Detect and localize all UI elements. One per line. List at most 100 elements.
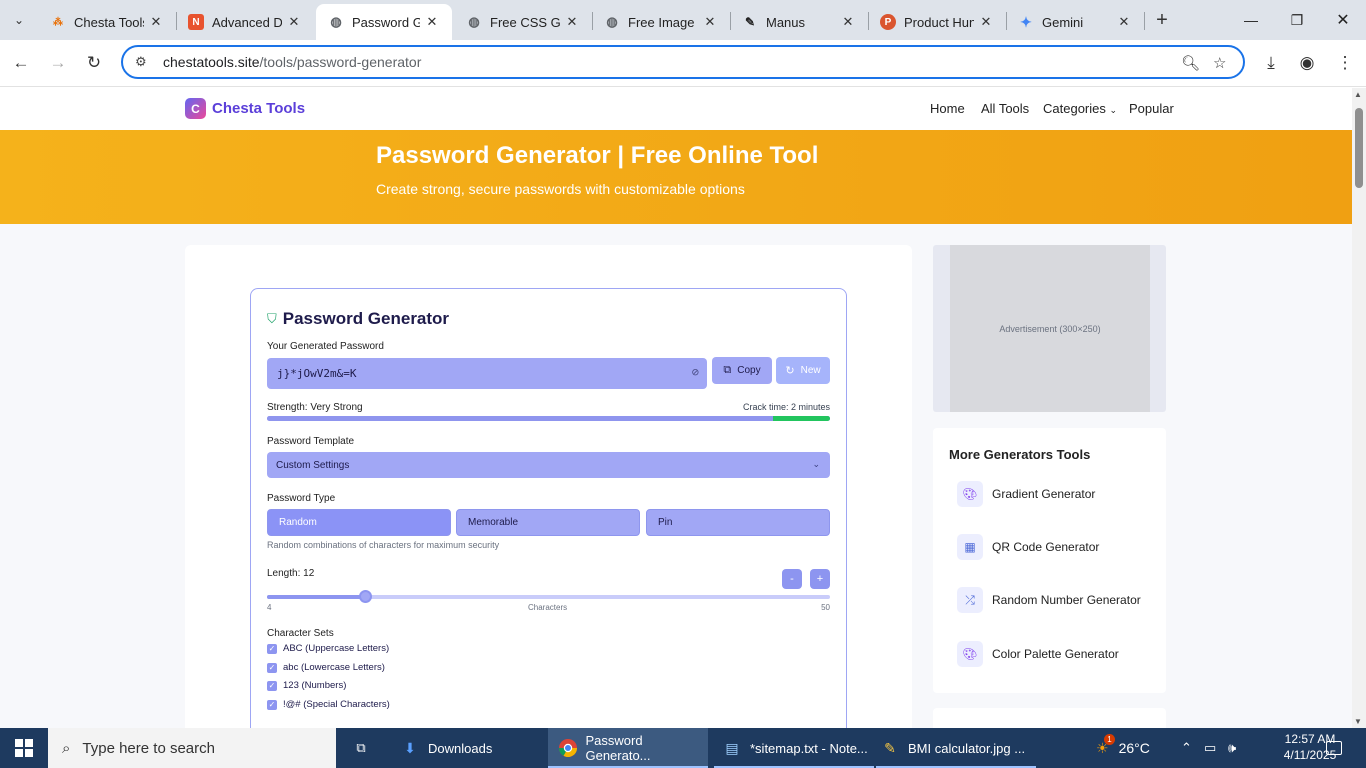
windows-start-icon[interactable] xyxy=(0,728,48,768)
search-placeholder: Type here to search xyxy=(82,739,215,757)
checkbox-check-icon: ✓ xyxy=(267,662,277,673)
charset-special-checkbox[interactable]: ✓ !@# (Special Characters) xyxy=(267,699,390,710)
nav-categories[interactable]: Categories ⌄ xyxy=(1043,101,1117,116)
tab-search-icon[interactable]: ⌄ xyxy=(6,8,32,32)
forward-icon[interactable]: → xyxy=(46,51,70,75)
qr-icon: ▦ xyxy=(957,534,983,560)
close-tab-icon[interactable]: ✕ xyxy=(148,14,164,30)
sidebar-item-gradient[interactable]: 🎨︎ Gradient Generator xyxy=(957,481,1095,507)
nav-popular[interactable]: Popular xyxy=(1129,101,1174,116)
sidebar-item-random-number[interactable]: ⤮ Random Number Generator xyxy=(957,587,1141,613)
network-icon[interactable]: ▭ xyxy=(1204,728,1216,768)
length-max-tick: 50 xyxy=(821,603,830,612)
sidebar-item-qr-code[interactable]: ▦ QR Code Generator xyxy=(957,534,1099,560)
new-tab-icon[interactable]: + xyxy=(1150,8,1174,32)
site-header: C Chesta Tools Home All Tools Categories… xyxy=(0,88,1352,130)
zoom-icon[interactable]: 🔍︎ xyxy=(1181,54,1200,72)
notepad-icon: ▤ xyxy=(725,739,739,756)
close-tab-icon[interactable]: ✕ xyxy=(564,14,580,30)
menu-kebab-icon[interactable]: ⋮ xyxy=(1333,51,1357,75)
weather-temp: 26°C xyxy=(1118,740,1150,756)
scrollbar-thumb[interactable] xyxy=(1355,108,1363,188)
generated-password-label: Your Generated Password xyxy=(267,341,384,352)
charset-uppercase-checkbox[interactable]: ✓ ABC (Uppercase Letters) xyxy=(267,643,389,654)
taskbar-chrome-password-generator[interactable]: Password Generato... xyxy=(548,728,708,768)
globe-favicon-icon: ◍ xyxy=(330,14,342,29)
password-output[interactable]: j}*jOwV2m&=K ⊘ xyxy=(267,358,707,389)
strength-text: Strength: Very Strong xyxy=(267,402,363,413)
download-icon[interactable]: ⤓ xyxy=(1259,51,1283,75)
bookmark-star-icon[interactable]: ☆ xyxy=(1213,54,1226,72)
tab-manus[interactable]: ✎ Manus ✕ xyxy=(730,4,868,40)
minimize-icon[interactable]: — xyxy=(1228,0,1274,40)
page-scrollbar[interactable]: ▲ ▼ xyxy=(1352,88,1366,728)
palette-icon: 🎨︎ xyxy=(957,481,983,507)
type-random-button[interactable]: Random xyxy=(267,509,451,536)
tab-product-hunt[interactable]: P Product Hun ✕ xyxy=(868,4,1006,40)
template-select[interactable]: Custom Settings ⌄ xyxy=(267,452,830,478)
browser-tab-strip: ⌄ ⁂ Chesta Tools ✕ N Advanced DN ✕ ◍ Pas… xyxy=(0,0,1366,40)
charset-numbers-checkbox[interactable]: ✓ 123 (Numbers) xyxy=(267,680,346,691)
length-decrease-button[interactable]: - xyxy=(782,569,802,589)
taskbar-image-viewer[interactable]: ✎ BMI calculator.jpg ... xyxy=(876,728,1036,768)
taskbar-search-box[interactable]: ⌕ Type here to search xyxy=(48,728,336,768)
chrome-icon xyxy=(558,738,577,758)
tab-chesta-tools[interactable]: ⁂ Chesta Tools ✕ xyxy=(38,4,176,40)
copy-icon: ⧉ xyxy=(723,364,732,376)
length-increase-button[interactable]: + xyxy=(810,569,830,589)
volume-icon[interactable]: 🕪︎ xyxy=(1228,728,1236,768)
type-hint: Random combinations of characters for ma… xyxy=(267,540,500,550)
sidebar-item-color-palette[interactable]: 🎨︎ Color Palette Generator xyxy=(957,641,1119,667)
site-logo[interactable]: C Chesta Tools xyxy=(185,98,305,119)
chevron-down-icon: ⌄ xyxy=(1109,105,1118,115)
address-bar[interactable]: ⚙ chestatools.site/tools/password-genera… xyxy=(121,45,1245,79)
close-tab-icon[interactable]: ✕ xyxy=(424,14,440,30)
scroll-down-icon[interactable]: ▼ xyxy=(1354,717,1362,726)
new-password-button[interactable]: ↻ New xyxy=(776,357,830,384)
tab-free-css-gradient[interactable]: ◍ Free CSS Gra ✕ xyxy=(454,4,592,40)
show-hidden-icons[interactable]: ⌃ xyxy=(1181,728,1192,768)
close-tab-icon[interactable]: ✕ xyxy=(702,14,718,30)
restore-icon[interactable]: ❐ xyxy=(1274,0,1320,40)
type-memorable-button[interactable]: Memorable xyxy=(456,509,640,536)
profile-icon[interactable]: ◉ xyxy=(1295,51,1319,75)
scroll-up-icon[interactable]: ▲ xyxy=(1354,90,1362,99)
weather-icon: ☀ 1 xyxy=(1096,733,1115,757)
refresh-icon: ↻ xyxy=(785,365,795,377)
notification-center-icon[interactable] xyxy=(1326,728,1342,768)
nav-all-tools[interactable]: All Tools xyxy=(981,101,1029,116)
url-text[interactable]: chestatools.site/tools/password-generato… xyxy=(163,54,421,70)
task-view-icon[interactable]: ⧉ xyxy=(346,728,376,768)
ad-placeholder: Advertisement (300×250) xyxy=(950,245,1150,412)
reload-icon[interactable]: ↻ xyxy=(82,51,106,75)
chevron-down-icon: ⌄ xyxy=(812,459,820,469)
close-window-icon[interactable]: ✕ xyxy=(1320,0,1366,40)
tab-password-generator[interactable]: ◍ Password Ge ✕ xyxy=(316,4,452,40)
eye-slash-icon[interactable]: ⊘ xyxy=(692,365,699,379)
weather-widget[interactable]: ☀ 1 26°C xyxy=(1096,728,1150,768)
charset-lowercase-checkbox[interactable]: ✓ abc (Lowercase Letters) xyxy=(267,662,385,673)
manus-favicon-icon: ✎ xyxy=(744,15,756,29)
sidebar-item-label: QR Code Generator xyxy=(992,540,1100,554)
close-tab-icon[interactable]: ✕ xyxy=(286,14,302,30)
back-icon[interactable]: ← xyxy=(9,51,33,75)
nav-home[interactable]: Home xyxy=(930,101,965,116)
globe-favicon-icon: ◍ xyxy=(606,14,618,29)
tab-gemini[interactable]: ✦ Gemini ✕ xyxy=(1006,4,1144,40)
site-info-icon[interactable]: ⚙ xyxy=(135,54,153,70)
tab-advanced-dn[interactable]: N Advanced DN ✕ xyxy=(176,4,314,40)
sidebar-item-label: Gradient Generator xyxy=(992,487,1096,501)
close-tab-icon[interactable]: ✕ xyxy=(840,14,856,30)
tab-title: Gemini xyxy=(1042,14,1084,30)
length-slider[interactable] xyxy=(267,590,830,603)
close-tab-icon[interactable]: ✕ xyxy=(978,14,994,30)
taskbar-item-label: *sitemap.txt - Note... xyxy=(750,740,868,756)
length-slider-handle[interactable] xyxy=(359,590,372,603)
tab-free-image-resizer[interactable]: ◍ Free Image R ✕ xyxy=(592,4,730,40)
close-tab-icon[interactable]: ✕ xyxy=(1116,14,1132,30)
copy-button[interactable]: ⧉ Copy xyxy=(712,357,772,384)
taskbar-notepad[interactable]: ▤ *sitemap.txt - Note... xyxy=(714,728,874,768)
type-pin-button[interactable]: Pin xyxy=(646,509,830,536)
taskbar-downloads[interactable]: ⬇ Downloads xyxy=(392,728,542,768)
length-min-tick: 4 xyxy=(267,603,272,612)
